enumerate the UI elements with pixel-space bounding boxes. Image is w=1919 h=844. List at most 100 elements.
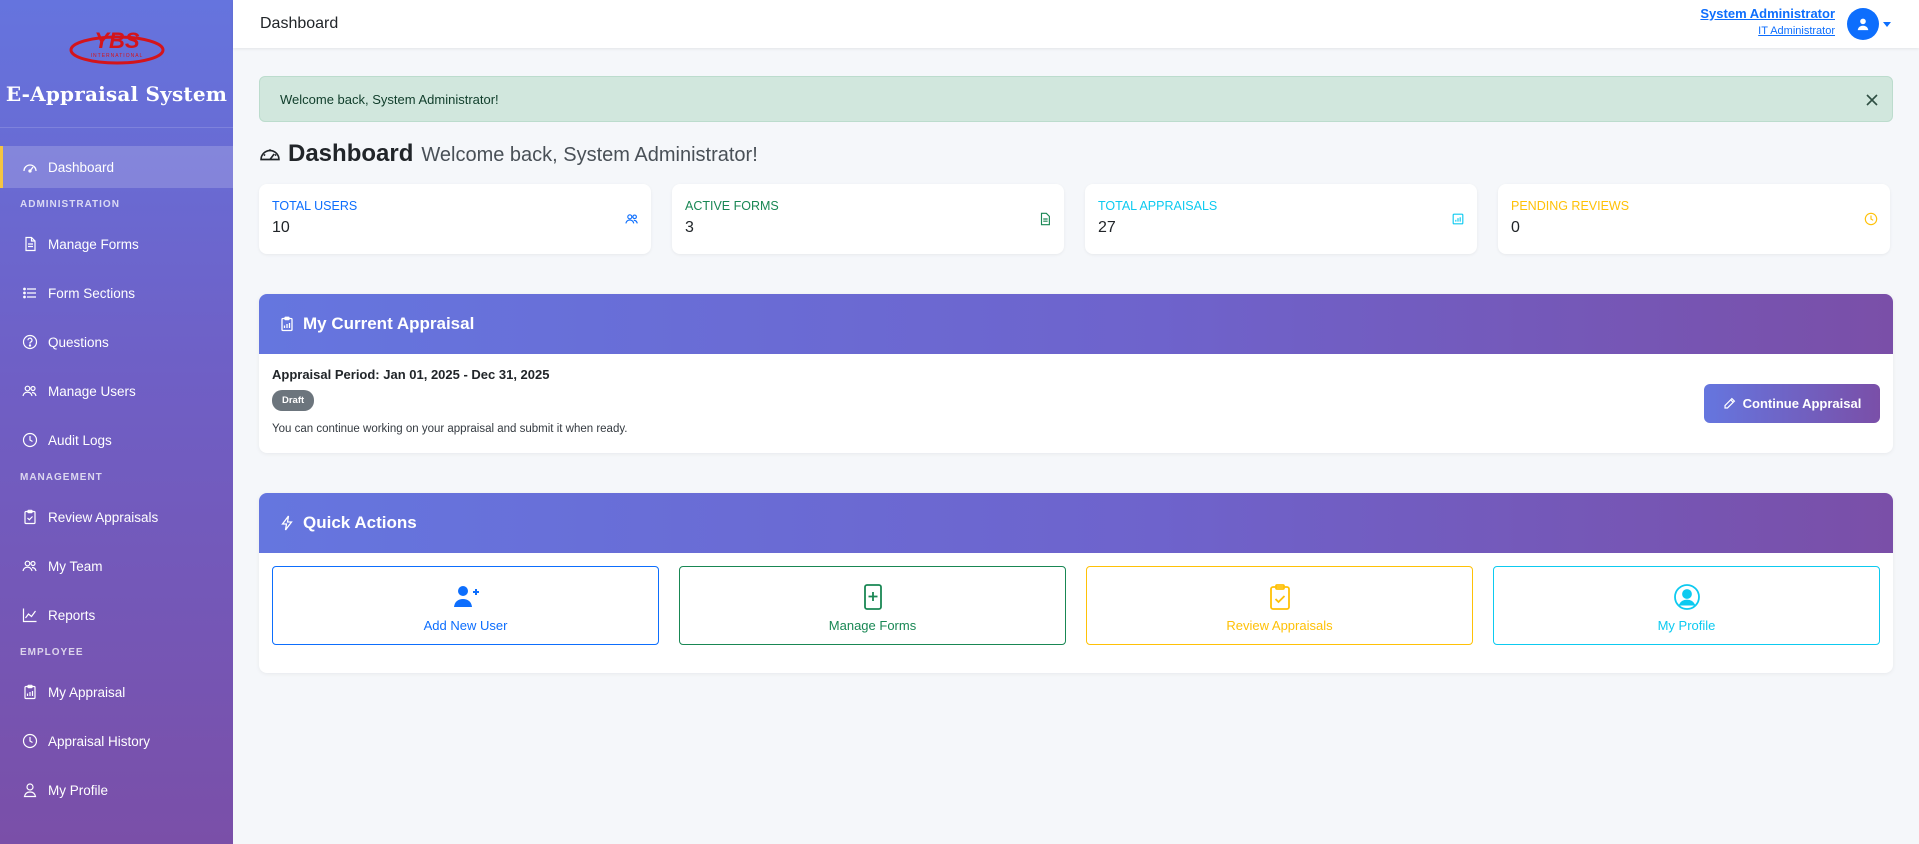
sidebar-item-reports[interactable]: Reports xyxy=(0,594,233,636)
sidebar-item-label: Review Appraisals xyxy=(48,509,159,525)
stat-value: 3 xyxy=(685,219,694,236)
sidebar-item-questions[interactable]: Questions xyxy=(0,321,233,363)
continue-appraisal-button[interactable]: Continue Appraisal xyxy=(1704,384,1880,423)
avatar xyxy=(1847,8,1879,40)
card-body: Appraisal Period: Jan 01, 2025 - Dec 31,… xyxy=(259,354,1893,453)
sidebar-item-label: My Profile xyxy=(48,782,109,798)
sidebar-item-review-appraisals[interactable]: Review Appraisals xyxy=(0,496,233,538)
card-title: My Current Appraisal xyxy=(303,314,475,333)
main-content: Welcome back, System Administrator! Dash… xyxy=(259,76,1893,673)
clipboard-check-icon xyxy=(1266,583,1294,611)
person-plus-icon xyxy=(452,583,480,611)
top-header: Dashboard System Administrator IT Admini… xyxy=(233,0,1919,48)
sidebar-item-label: Dashboard xyxy=(48,159,115,175)
chevron-down-icon xyxy=(1883,21,1891,27)
company-logo[interactable]: YBS INTERNATIONAL xyxy=(67,26,167,68)
quick-action-label: Add New User xyxy=(423,617,508,633)
appraisal-period: Appraisal Period: Jan 01, 2025 - Dec 31,… xyxy=(272,367,550,382)
stat-label: TOTAL APPRAISALS xyxy=(1098,199,1218,213)
welcome-alert: Welcome back, System Administrator! xyxy=(259,76,1893,122)
users-icon xyxy=(22,558,38,574)
close-icon[interactable] xyxy=(1862,90,1882,110)
quick-action-label: Review Appraisals xyxy=(1226,617,1333,633)
clipboard-data-icon xyxy=(279,316,295,332)
quick-action-review-appraisals[interactable]: Review Appraisals xyxy=(1086,566,1473,645)
stat-card-active-forms[interactable]: ACTIVE FORMS 3 xyxy=(672,184,1064,254)
pencil-icon xyxy=(1723,397,1736,410)
sidebar-item-my-team[interactable]: My Team xyxy=(0,545,233,587)
dashboard-gauge-icon xyxy=(259,143,281,165)
sidebar-item-label: Form Sections xyxy=(48,285,136,301)
sidebar-item-label: Appraisal History xyxy=(48,733,151,749)
sidebar-item-label: Manage Users xyxy=(48,383,136,399)
sidebar-item-label: Questions xyxy=(48,334,109,350)
user-info: System Administrator IT Administrator xyxy=(1700,6,1835,37)
quick-action-my-profile[interactable]: My Profile xyxy=(1493,566,1880,645)
sidebar-item-my-profile[interactable]: My Profile xyxy=(0,769,233,811)
file-plus-icon xyxy=(859,583,887,611)
sidebar-item-label: Manage Forms xyxy=(48,236,139,252)
app-title: E-Appraisal System xyxy=(5,82,228,106)
brand: YBS INTERNATIONAL E-Appraisal System xyxy=(0,0,233,128)
file-icon xyxy=(1038,212,1052,226)
clipboard-check-icon xyxy=(22,509,38,525)
user-name-link[interactable]: System Administrator xyxy=(1700,6,1835,21)
sidebar-item-label: My Team xyxy=(48,558,103,574)
clipboard-icon xyxy=(22,684,38,700)
sidebar-nav: Dashboard ADMINISTRATION Manage Forms Fo… xyxy=(0,146,233,811)
sidebar-item-form-sections[interactable]: Form Sections xyxy=(0,272,233,314)
quick-actions-list: Add New User Manage Forms Review Apprais… xyxy=(259,553,1893,673)
dashboard-gauge-icon xyxy=(22,159,38,175)
nav-section-management: MANAGEMENT xyxy=(20,472,103,483)
quick-action-add-new-user[interactable]: Add New User xyxy=(272,566,659,645)
sidebar-item-manage-users[interactable]: Manage Users xyxy=(0,370,233,412)
chart-line-icon xyxy=(22,607,38,623)
list-icon xyxy=(22,285,38,301)
button-label: Continue Appraisal xyxy=(1742,396,1862,411)
person-circle-icon xyxy=(1673,583,1701,611)
svg-text:YBS: YBS xyxy=(94,28,140,53)
stat-card-total-users[interactable]: TOTAL USERS 10 xyxy=(259,184,651,254)
sidebar-item-label: My Appraisal xyxy=(48,684,126,700)
user-menu-dropdown[interactable] xyxy=(1847,8,1891,40)
stat-value: 0 xyxy=(1511,219,1520,236)
header-title: Dashboard xyxy=(260,15,339,32)
stat-value: 27 xyxy=(1098,219,1116,236)
stat-value: 10 xyxy=(272,219,290,236)
page-title: Dashboard xyxy=(288,140,414,167)
file-icon xyxy=(22,236,38,252)
sidebar-item-manage-forms[interactable]: Manage Forms xyxy=(0,223,233,265)
quick-action-manage-forms[interactable]: Manage Forms xyxy=(679,566,1066,645)
sidebar-item-audit-logs[interactable]: Audit Logs xyxy=(0,419,233,461)
stat-label: TOTAL USERS xyxy=(272,199,358,213)
sidebar-item-appraisal-history[interactable]: Appraisal History xyxy=(0,720,233,762)
stat-card-total-appraisals[interactable]: TOTAL APPRAISALS 27 xyxy=(1085,184,1477,254)
alert-message: Welcome back, System Administrator! xyxy=(280,91,499,107)
person-icon xyxy=(22,782,38,798)
appraisal-hint: You can continue working on your apprais… xyxy=(272,423,628,435)
card-title: Quick Actions xyxy=(303,513,417,532)
sidebar-item-label: Reports xyxy=(48,607,96,623)
sidebar-item-my-appraisal[interactable]: My Appraisal xyxy=(0,671,233,713)
sidebar-item-label: Audit Logs xyxy=(48,432,112,448)
stat-card-pending-reviews[interactable]: PENDING REVIEWS 0 xyxy=(1498,184,1890,254)
quick-action-label: My Profile xyxy=(1657,617,1716,633)
card-header: My Current Appraisal xyxy=(259,294,1893,354)
sidebar-item-dashboard[interactable]: Dashboard xyxy=(0,146,233,188)
svg-text:INTERNATIONAL: INTERNATIONAL xyxy=(90,53,143,59)
quick-action-label: Manage Forms xyxy=(828,617,917,633)
question-circle-icon xyxy=(22,334,38,350)
users-icon xyxy=(625,212,639,226)
page-subtitle: Welcome back, System Administrator! xyxy=(421,144,758,166)
person-icon xyxy=(1857,18,1869,31)
user-role-link[interactable]: IT Administrator xyxy=(1700,25,1835,37)
users-icon xyxy=(22,383,38,399)
history-icon xyxy=(22,733,38,749)
clock-icon xyxy=(22,432,38,448)
page-heading: Dashboard Welcome back, System Administr… xyxy=(259,139,1893,169)
clipboard-data-icon xyxy=(1451,212,1465,226)
quick-actions-card: Quick Actions Add New User Manage Forms … xyxy=(259,493,1893,673)
stat-label: PENDING REVIEWS xyxy=(1511,199,1630,213)
nav-section-employee: EMPLOYEE xyxy=(20,647,84,658)
status-badge: Draft xyxy=(272,390,315,411)
